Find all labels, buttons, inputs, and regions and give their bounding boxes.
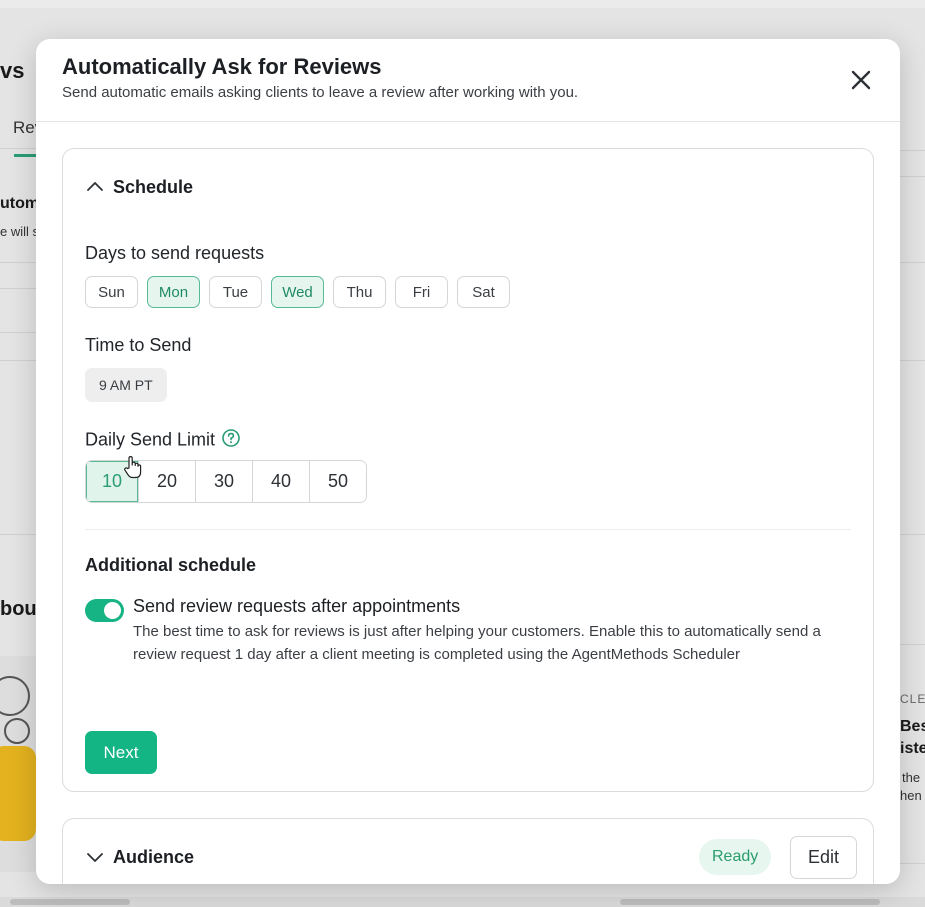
limit-option-40[interactable]: 40 [252, 461, 309, 502]
background-article-title: Best [900, 718, 925, 735]
days-label: Days to send requests [85, 243, 265, 263]
schedule-card: Schedule Days to send requests Sun Mon T… [62, 148, 874, 792]
close-button[interactable] [847, 66, 875, 94]
day-chip-fri[interactable]: Fri [395, 276, 448, 308]
background-divider [0, 148, 40, 149]
time-label: Time to Send [85, 335, 192, 355]
background-article-label: CLE [900, 692, 925, 706]
background-divider [900, 644, 925, 645]
modal-header: Automatically Ask for Reviews Send autom… [36, 39, 900, 122]
background-tab-indicator [14, 154, 38, 157]
background-divider [0, 534, 40, 535]
next-button[interactable]: Next [85, 731, 157, 774]
limit-option-30[interactable]: 30 [195, 461, 252, 502]
status-badge: Ready [699, 839, 772, 875]
day-chip-mon[interactable]: Mon [147, 276, 200, 308]
audience-card: Audience Ready Edit [62, 818, 874, 884]
close-icon [851, 70, 871, 90]
day-chip-thu[interactable]: Thu [333, 276, 386, 308]
background-divider [0, 332, 40, 333]
background-illustration [0, 656, 40, 872]
day-chip-tue[interactable]: Tue [209, 276, 262, 308]
day-chip-sun[interactable]: Sun [85, 276, 138, 308]
limit-option-10[interactable]: 10 [86, 461, 138, 502]
time-select[interactable]: 9 AM PT [85, 368, 167, 402]
appointments-toggle-description: The best time to ask for reviews is just… [133, 623, 821, 663]
day-chip-wed[interactable]: Wed [271, 276, 324, 308]
background-divider [0, 360, 40, 361]
modal-title: Automatically Ask for Reviews [62, 54, 382, 79]
audience-section-toggle[interactable]: Audience [85, 845, 194, 869]
limit-option-20[interactable]: 20 [138, 461, 195, 502]
day-chip-sat[interactable]: Sat [457, 276, 510, 308]
background-divider [900, 534, 925, 535]
limit-option-50[interactable]: 50 [309, 461, 366, 502]
edit-button[interactable]: Edit [790, 836, 857, 879]
day-selector: Sun Mon Tue Wed Thu Fri Sat [85, 276, 510, 308]
appointments-toggle[interactable] [85, 599, 124, 622]
modal-subtitle: Send automatic emails asking clients to … [62, 84, 579, 101]
help-icon[interactable] [221, 428, 241, 453]
appointments-toggle-label: Send review requests after appointments [133, 596, 461, 616]
section-divider [85, 529, 851, 530]
background-page-title: vs [0, 58, 25, 83]
background-divider [900, 176, 925, 177]
background-divider [900, 360, 925, 361]
chevron-down-icon [87, 853, 103, 862]
schedule-section-title: Schedule [113, 176, 194, 197]
additional-schedule-heading: Additional schedule [85, 555, 257, 575]
schedule-section-toggle[interactable]: Schedule [85, 175, 193, 199]
chevron-up-icon [87, 182, 103, 191]
background-row-heading: utom [0, 195, 40, 212]
daily-limit-label: Daily Send Limit [85, 428, 241, 453]
background-article-title: iste [900, 740, 925, 757]
background-article-text: hen [900, 788, 922, 803]
daily-limit-selector: 10 20 30 40 50 [85, 460, 367, 503]
toggle-knob [104, 602, 121, 619]
background-article-text: the [902, 770, 921, 785]
background-divider [0, 262, 40, 263]
background-section-heading: bou [0, 598, 37, 620]
review-automation-modal: Automatically Ask for Reviews Send autom… [36, 39, 900, 884]
background-divider [0, 288, 40, 289]
audience-section-title: Audience [113, 846, 195, 867]
background-divider [900, 863, 925, 864]
background-divider [900, 262, 925, 263]
daily-limit-label-text: Daily Send Limit [85, 429, 216, 450]
background-divider [900, 150, 925, 151]
background-row-text: e will s [0, 224, 40, 239]
